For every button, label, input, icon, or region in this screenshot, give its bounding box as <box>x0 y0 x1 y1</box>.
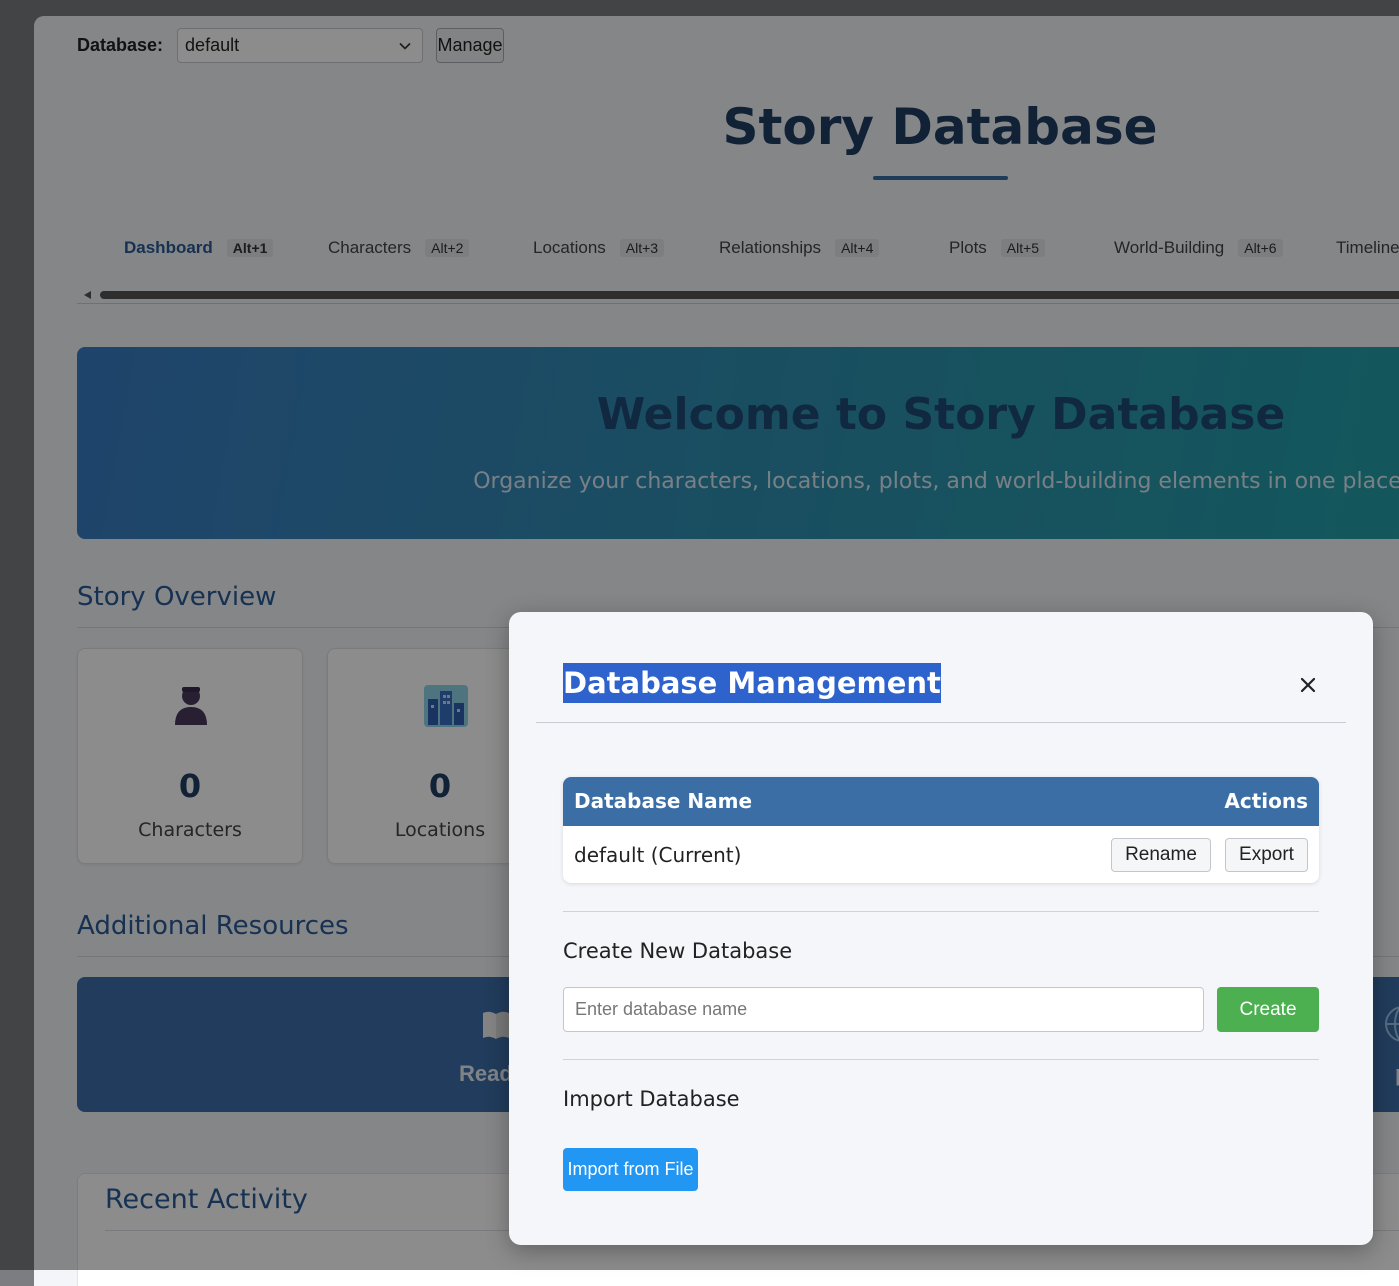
column-header-name: Database Name <box>574 789 753 813</box>
modal-title: Database Management <box>563 663 941 703</box>
section-divider <box>563 1059 1319 1060</box>
export-button[interactable]: Export <box>1225 838 1308 872</box>
modal-header-divider <box>536 722 1346 723</box>
import-from-file-button[interactable]: Import from File <box>563 1148 698 1191</box>
database-name-input[interactable] <box>563 987 1204 1032</box>
column-header-actions: Actions <box>1224 789 1308 813</box>
database-name-cell: default (Current) <box>574 843 742 867</box>
table-header: Database Name Actions <box>563 777 1319 826</box>
close-icon[interactable] <box>1297 674 1319 696</box>
section-divider <box>563 911 1319 912</box>
rename-button[interactable]: Rename <box>1111 838 1211 872</box>
create-database-heading: Create New Database <box>563 939 793 963</box>
create-button[interactable]: Create <box>1217 987 1319 1032</box>
database-management-modal: Database Management Database Name Action… <box>509 612 1373 1245</box>
database-table: Database Name Actions default (Current) … <box>563 777 1319 883</box>
import-database-heading: Import Database <box>563 1087 740 1111</box>
